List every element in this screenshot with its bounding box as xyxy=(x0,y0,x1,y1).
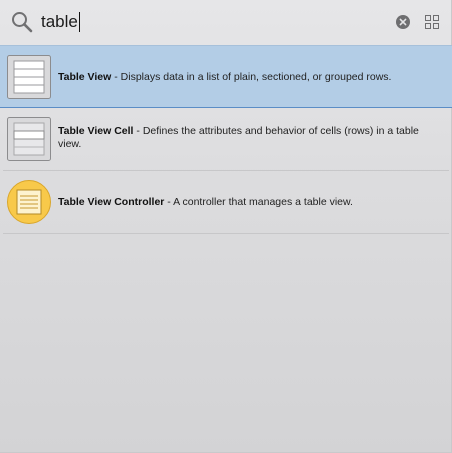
table-view-cell-icon xyxy=(7,117,51,161)
search-query: table xyxy=(41,12,78,31)
table-view-controller-icon xyxy=(7,180,51,224)
result-text: Table View Cell - Defines the attributes… xyxy=(58,125,422,151)
result-description: Displays data in a list of plain, sectio… xyxy=(120,71,392,83)
result-text: Table View - Displays data in a list of … xyxy=(58,71,422,84)
clear-search-icon[interactable] xyxy=(396,15,410,29)
grid-view-toggle-icon[interactable] xyxy=(425,15,439,29)
search-icon xyxy=(12,12,33,33)
list-item-table-view-cell[interactable]: Table View Cell - Defines the attributes… xyxy=(0,108,452,171)
result-title: Table View xyxy=(58,71,112,83)
result-description: A controller that manages a table view. xyxy=(173,196,353,208)
list-item-table-view-controller[interactable]: Table View Controller - A controller tha… xyxy=(0,171,452,234)
row-divider xyxy=(3,233,449,234)
search-input[interactable]: table xyxy=(41,10,341,34)
list-item-table-view[interactable]: Table View - Displays data in a list of … xyxy=(0,45,452,108)
result-text: Table View Controller - A controller tha… xyxy=(58,196,422,209)
table-view-icon xyxy=(7,55,51,99)
result-separator: - xyxy=(164,196,174,208)
object-library-panel: table Table View - Displays data in a li… xyxy=(0,0,452,453)
result-title: Table View Controller xyxy=(58,196,165,208)
result-separator: - xyxy=(111,71,121,83)
results-list: Table View - Displays data in a list of … xyxy=(0,45,452,234)
result-title: Table View Cell xyxy=(58,125,134,137)
text-caret xyxy=(78,12,80,32)
result-separator: - xyxy=(133,125,143,137)
search-bar: table xyxy=(0,0,452,45)
